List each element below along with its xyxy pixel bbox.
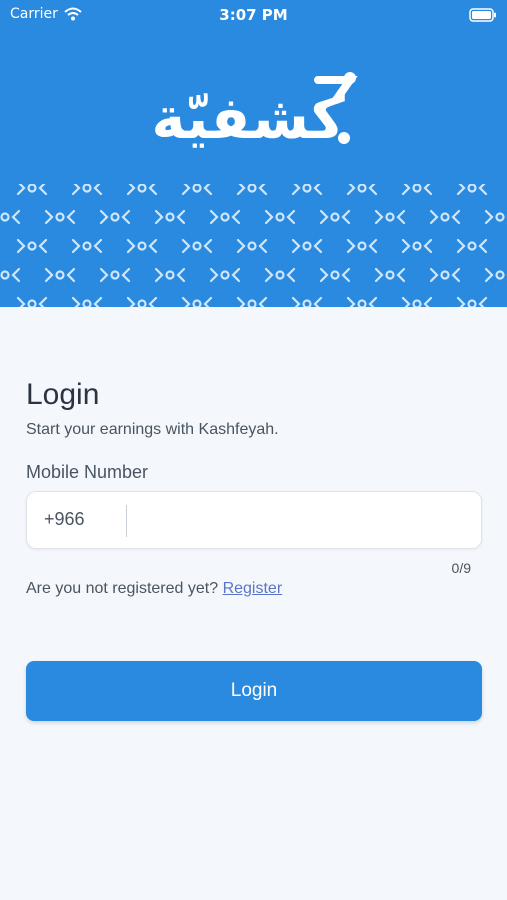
field-divider [126, 505, 127, 537]
status-time: 3:07 PM [219, 6, 288, 24]
mobile-number-input[interactable] [135, 502, 465, 538]
decorative-pattern [0, 184, 507, 307]
battery-icon [469, 8, 496, 22]
char-counter: 0/9 [451, 560, 471, 576]
mobile-number-field[interactable]: +966 [26, 491, 482, 549]
country-code: +966 [44, 509, 85, 529]
pattern-graphic [0, 184, 507, 307]
page-subtitle: Start your earnings with Kashfeyah. [26, 421, 279, 438]
mobile-number-label: Mobile Number [26, 462, 149, 482]
register-prompt-line: Are you not registered yet? Register [26, 580, 282, 598]
register-prompt: Are you not registered yet? [26, 580, 219, 597]
page-title: Login [26, 378, 100, 411]
status-bar: Carrier 3:07 PM [0, 0, 507, 30]
kashfeyah-logo: كشفيّة [151, 72, 358, 152]
register-link[interactable]: Register [223, 580, 283, 597]
login-button[interactable]: Login [26, 661, 482, 721]
svg-text:كشفيّة: كشفيّة [151, 84, 345, 152]
